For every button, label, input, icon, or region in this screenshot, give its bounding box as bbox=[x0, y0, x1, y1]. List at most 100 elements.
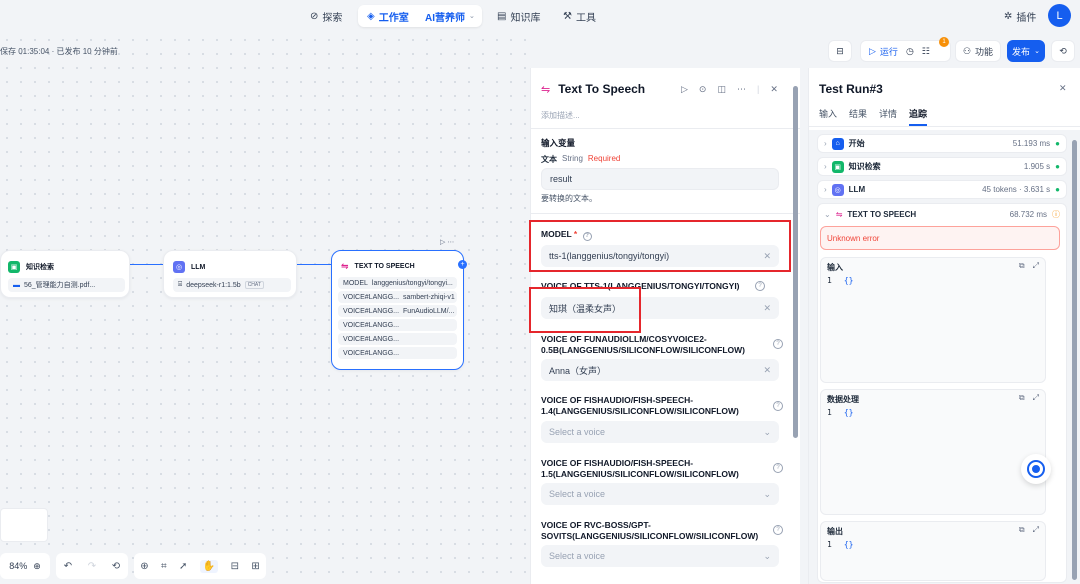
panel-scrollbar[interactable] bbox=[793, 86, 798, 438]
code-value: {} bbox=[843, 540, 854, 549]
var-header: 文本 String Required bbox=[541, 154, 620, 165]
undo-icon[interactable]: ↶ bbox=[64, 561, 72, 572]
nav-studio[interactable]: ◈ 工作室 bbox=[367, 5, 409, 27]
note-icon[interactable]: ⌗ bbox=[161, 561, 167, 572]
workflow-canvas[interactable]: 保存 01:35:04 · 已发布 10 分钟前 ▣ 知识检索 ▬ 56_管理能… bbox=[0, 33, 530, 584]
save-status: 保存 01:35:04 · 已发布 10 分钟前 bbox=[0, 47, 118, 56]
trace-item-tts-expanded: ⌄ ⇋ TEXT TO SPEECH 68.732 ms ⓘ Unknown e… bbox=[817, 203, 1067, 583]
more-icon[interactable]: ⋯ bbox=[737, 84, 746, 95]
history-icon[interactable]: ⟲ bbox=[112, 561, 120, 572]
features-label: 功能 bbox=[975, 46, 994, 57]
text-input-value: result bbox=[550, 174, 573, 184]
chevron-right-icon: › bbox=[824, 185, 827, 194]
split-icon[interactable]: ◫ bbox=[717, 84, 726, 95]
run-button[interactable]: ▷ 运行 ◷ ☷ bbox=[860, 40, 951, 62]
trace-item-llm[interactable]: › ◎ LLM 45 tokens · 3.631 s ● bbox=[817, 180, 1067, 199]
redo-icon[interactable]: ↷ bbox=[88, 561, 96, 572]
close-icon[interactable]: ✕ bbox=[1059, 83, 1067, 94]
tts-icon: ⇋ bbox=[835, 210, 843, 219]
voice4-select[interactable]: Select a voice ⌄ bbox=[541, 483, 779, 505]
tab-input[interactable]: 输入 bbox=[819, 107, 837, 126]
run-scrollbar[interactable] bbox=[1072, 140, 1077, 580]
node-tts-row: VOICE#LANGG... bbox=[338, 347, 457, 359]
export-icon[interactable]: ⊟ bbox=[231, 561, 239, 572]
avatar[interactable]: L bbox=[1048, 4, 1071, 27]
app-switcher[interactable]: AI营养师 ⌄ bbox=[425, 5, 475, 27]
trace-item-knowledge[interactable]: › ▣ 知识检索 1.905 s ● bbox=[817, 157, 1067, 176]
chevron-down-icon: ⌄ bbox=[469, 13, 475, 20]
trace-item-tts[interactable]: ⌄ ⇋ TEXT TO SPEECH 68.732 ms ⓘ bbox=[824, 209, 1060, 220]
voice5-label: VOICE OF RVC-BOSS/GPT-SOVITS(LANGGENIUS/… bbox=[541, 520, 759, 541]
tab-result[interactable]: 结果 bbox=[849, 107, 867, 126]
hand-icon[interactable]: ✋ bbox=[199, 559, 219, 573]
expand-icon[interactable]: ⤢ bbox=[1033, 525, 1039, 535]
node-knowledge-retrieval[interactable]: ▣ 知识检索 ▬ 56_管理能力自测.pdf... bbox=[0, 250, 130, 298]
voice5-select[interactable]: Select a voice ⌄ bbox=[541, 545, 779, 567]
nav-plugins[interactable]: ✲ 插件 bbox=[1004, 5, 1036, 27]
env-button[interactable]: ⊟ bbox=[828, 40, 852, 62]
node-llm[interactable]: ◎ LLM ⌸ deepseek-r1:1.5b CHAT bbox=[163, 250, 297, 298]
nav-explore[interactable]: ⊘ 探索 bbox=[310, 5, 342, 27]
code-line: 1 {} bbox=[827, 276, 853, 285]
text-input[interactable]: result bbox=[541, 168, 779, 190]
version-history-button[interactable]: ⟲ bbox=[1051, 40, 1075, 62]
description-input[interactable]: 添加描述... bbox=[541, 110, 580, 121]
add-node-icon[interactable]: ⊕ bbox=[140, 561, 148, 572]
help-icon[interactable]: ⊙ bbox=[699, 84, 707, 95]
features-button[interactable]: ⚇ 功能 bbox=[955, 40, 1001, 62]
home-icon: ⌂ bbox=[831, 137, 844, 150]
row-value: langgenius/tongyi/tongyi... bbox=[371, 279, 453, 287]
node-llm-tag: CHAT bbox=[244, 281, 264, 289]
voice3-select[interactable]: Select a voice ⌄ bbox=[541, 421, 779, 443]
code-line: 1 {} bbox=[827, 540, 853, 549]
expand-icon[interactable]: ⤢ bbox=[1033, 261, 1039, 271]
code-value: {} bbox=[843, 408, 854, 417]
code-value: {} bbox=[843, 276, 854, 285]
node-knowledge-file-name: 56_管理能力自测.pdf... bbox=[24, 282, 96, 289]
row-key: MODEL bbox=[343, 279, 368, 287]
nav-tools[interactable]: ⚒ 工具 bbox=[563, 5, 596, 27]
tts-icon: ⇋ bbox=[541, 83, 551, 96]
trace-time: 51.193 ms bbox=[1012, 139, 1051, 148]
history-icon: ◷ bbox=[905, 45, 914, 56]
node-tts-actions[interactable]: ▷ ⋯ bbox=[440, 238, 454, 246]
chevron-down-icon: ⌄ bbox=[763, 550, 771, 561]
floating-chat-button[interactable] bbox=[1021, 454, 1051, 484]
copy-icon[interactable]: ⧉ bbox=[1019, 261, 1025, 271]
chevron-down-icon: ⌄ bbox=[763, 488, 771, 499]
chevron-right-icon: › bbox=[824, 162, 827, 171]
code-label: 输入 bbox=[827, 263, 843, 272]
copy-icon[interactable]: ⧉ bbox=[1019, 393, 1025, 403]
knowledge-icon: ▣ bbox=[831, 160, 844, 173]
voice3-label: VOICE OF FISHAUDIO/FISH-SPEECH-1.4(LANGG… bbox=[541, 395, 739, 416]
voice2-select[interactable]: Anna（女声） ✕ bbox=[541, 359, 779, 381]
expand-icon[interactable]: ⤢ bbox=[1033, 393, 1039, 403]
minimap[interactable] bbox=[0, 508, 48, 542]
node-tts-rows: MODEL langgenius/tongyi/tongyi... VOICE#L… bbox=[338, 277, 457, 361]
book-icon: ▤ bbox=[497, 10, 507, 22]
tab-detail[interactable]: 详情 bbox=[879, 107, 897, 126]
code-label: 输出 bbox=[827, 527, 843, 536]
run-title: Test Run#3 bbox=[819, 82, 883, 96]
help-circle-icon: ? bbox=[773, 401, 783, 411]
clear-icon[interactable]: ✕ bbox=[763, 303, 771, 314]
close-icon[interactable]: ✕ bbox=[770, 84, 778, 95]
error-circle-icon: ⓘ bbox=[1052, 210, 1060, 219]
chevron-down-icon: ⌄ bbox=[824, 210, 831, 219]
clear-icon[interactable]: ✕ bbox=[763, 365, 771, 376]
zoom-control[interactable]: 84% ⊕ bbox=[0, 553, 50, 579]
tab-trace[interactable]: 追踪 bbox=[909, 107, 928, 126]
publish-button[interactable]: 发布 ⌄ bbox=[1007, 40, 1045, 62]
nav-knowledge[interactable]: ▤ 知识库 bbox=[497, 5, 540, 27]
edge-knowledge-llm bbox=[130, 264, 164, 265]
layout-icon[interactable]: ⊞ bbox=[251, 561, 259, 572]
error-banner: Unknown error bbox=[820, 226, 1060, 250]
node-add-handle[interactable]: + bbox=[458, 260, 467, 269]
trace-item-start[interactable]: › ⌂ 开始 51.193 ms ● bbox=[817, 134, 1067, 153]
copy-icon[interactable]: ⧉ bbox=[1019, 525, 1025, 535]
node-text-to-speech[interactable]: ⇋ TEXT TO SPEECH MODEL langgenius/tongyi/… bbox=[331, 250, 464, 370]
pointer-icon[interactable]: ➚ bbox=[179, 561, 187, 572]
knowledge-icon: ▣ bbox=[8, 261, 20, 273]
voice4-label: VOICE OF FISHAUDIO/FISH-SPEECH-1.5(LANGG… bbox=[541, 458, 739, 479]
play-icon[interactable]: ▷ bbox=[681, 84, 688, 95]
